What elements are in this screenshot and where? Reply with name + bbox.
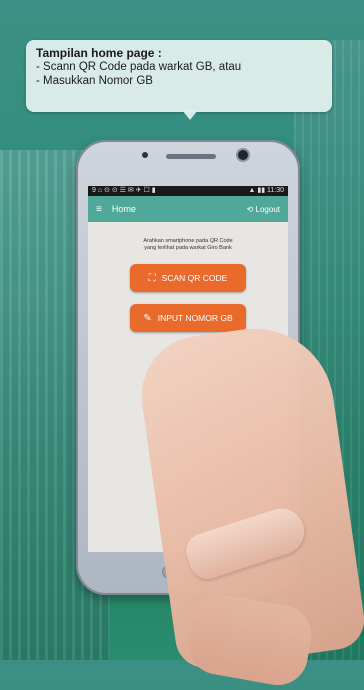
speaker-grille xyxy=(166,154,216,159)
callout-line-1: - Scann QR Code pada warkat GB, atau xyxy=(36,61,242,73)
logout-button[interactable]: ⟲ Logout xyxy=(247,205,280,214)
input-number-label: INPUT NOMOR GB xyxy=(157,313,233,323)
status-bar: 9 ⌂ ⊙ ⊙ ☰ ✉ ✈ ☐ ▮ ▲ ▮▮ 11:30 xyxy=(88,186,288,196)
qr-scan-icon: ⛶ xyxy=(148,272,156,284)
front-camera-icon xyxy=(238,150,248,160)
app-bar: ≡ Home ⟲ Logout xyxy=(88,196,288,222)
scan-qr-label: SCAN QR CODE xyxy=(161,273,228,283)
phone-top-bezel xyxy=(76,140,300,186)
instruction-text: Arahkan smartphone pada QR Code yang ter… xyxy=(143,238,233,251)
callout-tail xyxy=(182,110,198,120)
info-callout: Tampilan home page : - Scann QR Code pad… xyxy=(26,40,332,112)
home-content: Arahkan smartphone pada QR Code yang ter… xyxy=(88,222,288,332)
input-number-button[interactable]: ✎ INPUT NOMOR GB xyxy=(130,304,246,332)
app-title: Home xyxy=(111,204,136,214)
status-icons-right: ▲ ▮▮ 11:30 xyxy=(248,187,284,194)
sensor-icon xyxy=(142,152,148,158)
menu-icon[interactable]: ≡ xyxy=(96,204,102,215)
callout-line-2: - Masukkan Nomor GB xyxy=(36,75,153,87)
scan-qr-button[interactable]: ⛶ SCAN QR CODE xyxy=(130,264,246,292)
logout-label: Logout xyxy=(255,204,280,214)
pencil-icon: ✎ xyxy=(143,312,152,324)
callout-title: Tampilan home page : xyxy=(36,46,162,60)
status-icons-left: 9 ⌂ ⊙ ⊙ ☰ ✉ ✈ ☐ ▮ xyxy=(92,187,156,194)
